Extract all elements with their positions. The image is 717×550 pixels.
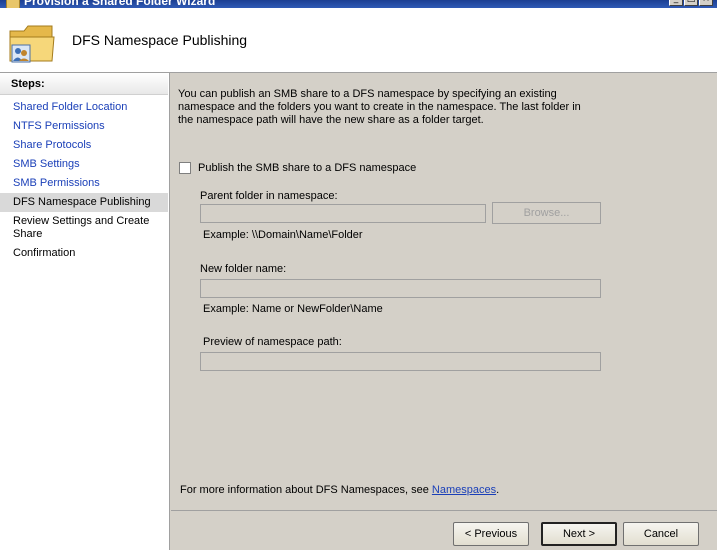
more-info-suffix: .: [496, 484, 500, 496]
steps-list: Shared Folder Location NTFS Permissions …: [0, 98, 168, 263]
steps-title: Steps:: [0, 73, 168, 95]
new-folder-example: Example: Name or NewFolder\Name: [203, 303, 383, 315]
steps-sidebar: Steps: Shared Folder Location NTFS Permi…: [0, 73, 170, 550]
step-ntfs-permissions[interactable]: NTFS Permissions: [0, 117, 168, 136]
footer-divider: [171, 510, 717, 511]
step-confirmation: Confirmation: [13, 247, 76, 259]
next-button[interactable]: Next >: [541, 522, 617, 546]
parent-folder-label: Parent folder in namespace:: [200, 190, 338, 202]
window-controls: _ □ ×: [669, 0, 713, 6]
minimize-button[interactable]: _: [669, 0, 683, 6]
description-text: You can publish an SMB share to a DFS na…: [178, 88, 581, 126]
close-button[interactable]: ×: [699, 0, 713, 6]
step-share-protocols[interactable]: Share Protocols: [0, 136, 168, 155]
main-panel: You can publish an SMB share to a DFS na…: [171, 73, 717, 550]
preview-field: [200, 352, 601, 371]
preview-label: Preview of namespace path:: [203, 336, 342, 348]
title-bar: Provision a Shared Folder Wizard _ □ ×: [0, 0, 717, 8]
new-folder-label: New folder name:: [200, 263, 287, 275]
step-shared-folder-location[interactable]: Shared Folder Location: [0, 98, 168, 117]
publish-checkbox-label[interactable]: Publish the SMB share to a DFS namespace: [198, 162, 416, 174]
cancel-button[interactable]: Cancel: [623, 522, 699, 546]
namespaces-link[interactable]: Namespaces: [432, 484, 496, 496]
window-title: Provision a Shared Folder Wizard: [24, 0, 216, 8]
parent-folder-field[interactable]: [200, 204, 486, 223]
step-smb-permissions[interactable]: SMB Permissions: [0, 174, 168, 193]
publish-checkbox[interactable]: [179, 162, 191, 174]
shared-folder-users-icon: [9, 25, 55, 63]
maximize-button[interactable]: □: [684, 0, 698, 6]
step-smb-settings[interactable]: SMB Settings: [0, 155, 168, 174]
browse-button[interactable]: Browse...: [492, 202, 601, 224]
step-dfs-namespace-publishing: DFS Namespace Publishing: [0, 193, 168, 212]
more-info-prefix: For more information about DFS Namespace…: [180, 484, 432, 496]
parent-folder-example: Example: \\Domain\Name\Folder: [203, 229, 363, 241]
new-folder-field[interactable]: [200, 279, 601, 298]
wizard-header: DFS Namespace Publishing: [0, 8, 717, 73]
page-title: DFS Namespace Publishing: [72, 32, 248, 48]
wizard-app-icon: [6, 0, 20, 8]
step-review-settings: Review Settings and Create Share: [13, 215, 150, 240]
previous-button[interactable]: < Previous: [453, 522, 529, 546]
more-info-text: For more information about DFS Namespace…: [180, 484, 499, 496]
